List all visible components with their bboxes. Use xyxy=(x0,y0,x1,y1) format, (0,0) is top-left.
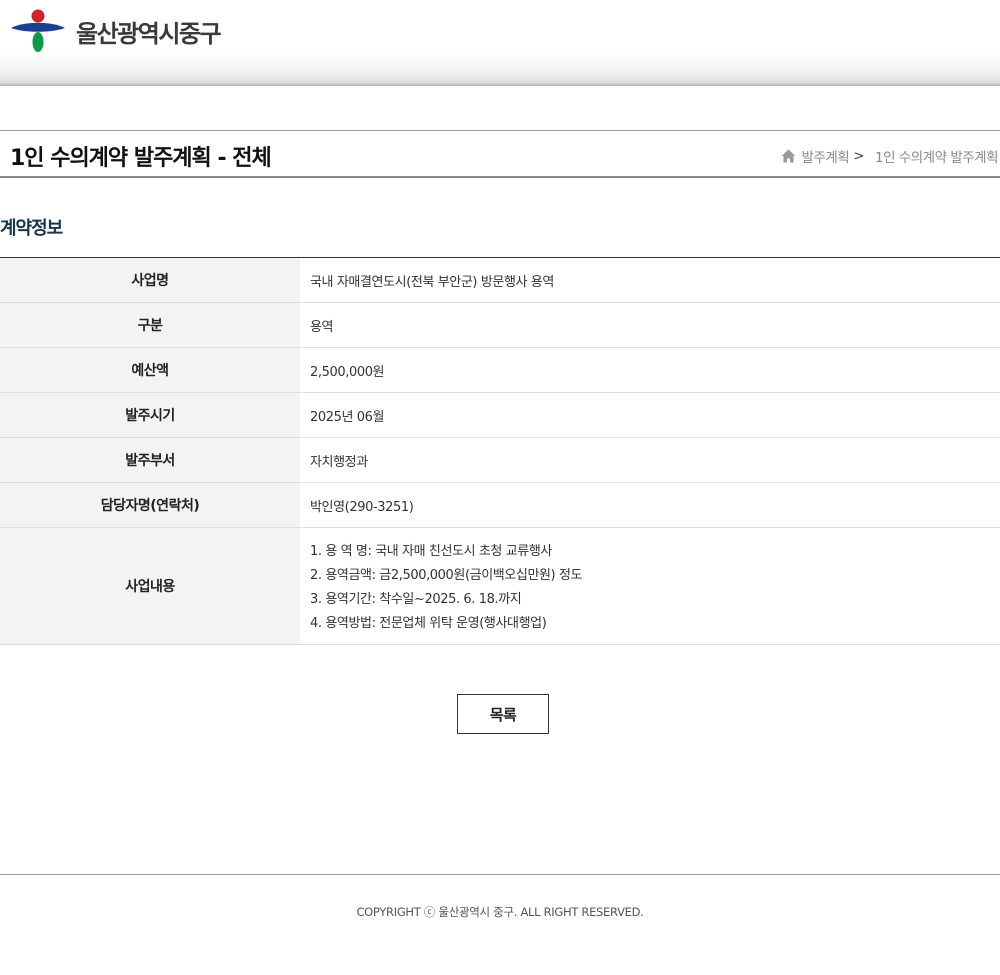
row-value-category: 용역 xyxy=(300,302,1000,348)
row-label-budget: 예산액 xyxy=(0,347,300,393)
page-title-bar: 1인 수의계약 발주계획 - 전체 발주계획 > 1인 수의계약 발주계획 xyxy=(0,130,1000,178)
site-header: 울산광역시중구 xyxy=(0,0,1000,86)
breadcrumb: 발주계획 > 1인 수의계약 발주계획 xyxy=(781,146,998,166)
jung-gu-emblem-icon xyxy=(11,9,65,52)
table-row: 발주부서 자치행정과 xyxy=(0,437,1000,483)
table-row: 발주시기 2025년 06월 xyxy=(0,392,1000,438)
table-row: 예산액 2,500,000원 xyxy=(0,347,1000,393)
site-footer: COPYRIGHT ⓒ 울산광역시 중구. ALL RIGHT RESERVED… xyxy=(0,874,1000,975)
table-row: 담당자명(연락처) 박인영(290-3251) xyxy=(0,482,1000,528)
row-value-order-period: 2025년 06월 xyxy=(300,392,1000,438)
row-value-contact: 박인영(290-3251) xyxy=(300,482,1000,528)
breadcrumb-separator: > xyxy=(853,148,865,164)
row-value-project-name: 국내 자매결연도시(전북 부안군) 방문행사 용역 xyxy=(300,257,1000,303)
breadcrumb-item-ordering-plan[interactable]: 발주계획 xyxy=(802,146,850,166)
home-icon[interactable] xyxy=(781,149,796,163)
row-label-project-content: 사업내용 xyxy=(0,527,300,645)
page-title: 1인 수의계약 발주계획 - 전체 xyxy=(10,146,272,171)
row-value-project-content: 1. 용 역 명: 국내 자매 친선도시 초청 교류행사 2. 용역금액: 금2… xyxy=(300,527,1000,645)
content-line: 2. 용역금액: 금2,500,000원(금이백오십만원) 정도 xyxy=(310,568,583,583)
row-label-category: 구분 xyxy=(0,302,300,348)
row-value-budget: 2,500,000원 xyxy=(300,347,1000,393)
content-line: 3. 용역기간: 착수일~2025. 6. 18.까지 xyxy=(310,592,522,607)
table-row: 사업명 국내 자매결연도시(전북 부안군) 방문행사 용역 xyxy=(0,257,1000,303)
table-row: 사업내용 1. 용 역 명: 국내 자매 친선도시 초청 교류행사 2. 용역금… xyxy=(0,527,1000,645)
site-logo-text: 울산광역시중구 xyxy=(76,19,222,48)
copyright-text: COPYRIGHT ⓒ 울산광역시 중구. ALL RIGHT RESERVED… xyxy=(356,905,644,919)
row-label-project-name: 사업명 xyxy=(0,257,300,303)
row-label-contact: 담당자명(연락처) xyxy=(0,482,300,528)
site-logo[interactable]: 울산광역시중구 xyxy=(10,9,222,53)
row-label-department: 발주부서 xyxy=(0,437,300,483)
content-line: 1. 용 역 명: 국내 자매 친선도시 초청 교류행사 xyxy=(310,544,552,559)
row-value-department: 자치행정과 xyxy=(300,437,1000,483)
list-button[interactable]: 목록 xyxy=(457,694,549,734)
row-label-order-period: 발주시기 xyxy=(0,392,300,438)
content-line: 4. 용역방법: 전문업체 위탁 운영(행사대행업) xyxy=(310,616,547,631)
table-row: 구분 용역 xyxy=(0,302,1000,348)
section-title-contract-info: 계약정보 xyxy=(0,218,63,239)
breadcrumb-item-current[interactable]: 1인 수의계약 발주계획 xyxy=(875,146,998,166)
contract-info-table: 사업명 국내 자매결연도시(전북 부안군) 방문행사 용역 구분 용역 예산액 … xyxy=(0,257,1000,645)
